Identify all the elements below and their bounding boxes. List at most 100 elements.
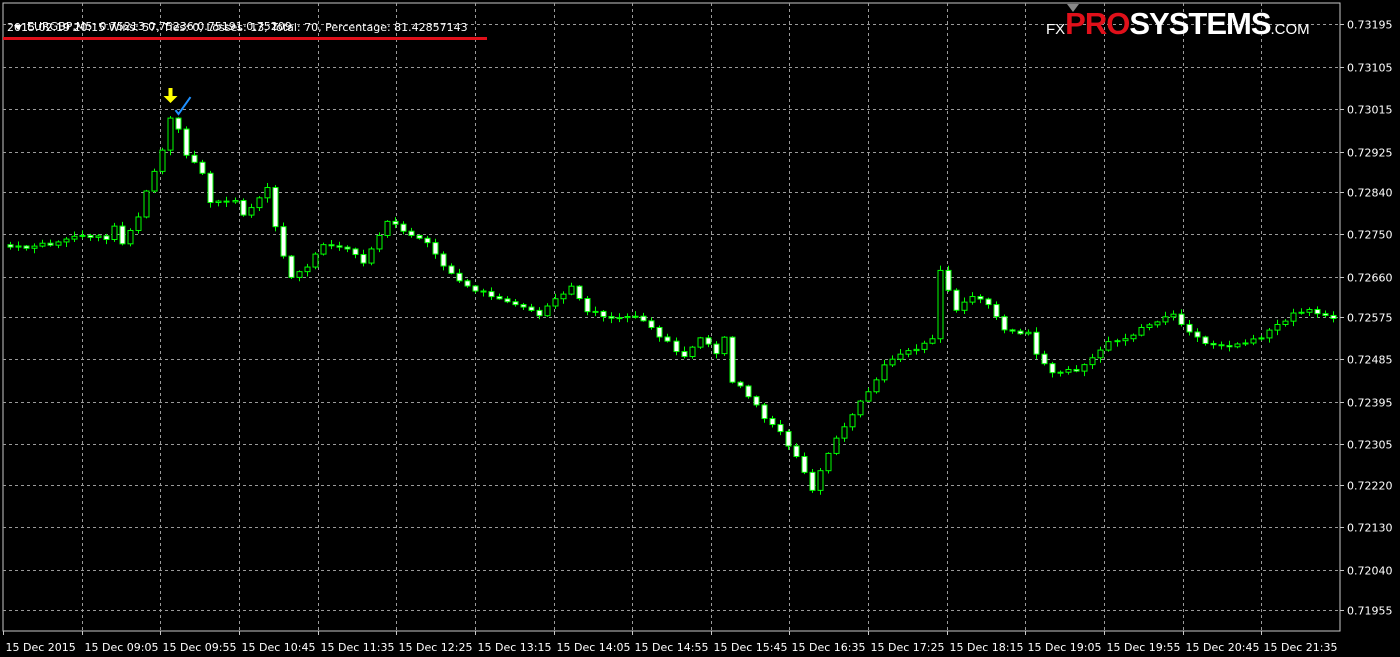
candle xyxy=(175,117,182,133)
candle-body-bear xyxy=(536,309,543,317)
time-tick-label: 15 Dec 14:55 xyxy=(635,641,709,654)
candle-body-bear xyxy=(448,265,455,274)
candle-body-bull xyxy=(95,235,102,238)
chart-canvas[interactable]: 0.73195 0.73105 0.73015 0.72925 0.72840 0.727… xyxy=(0,0,1400,657)
candle xyxy=(793,443,800,459)
candle xyxy=(1081,363,1088,377)
price-chart[interactable]: 0.73195 0.73105 0.73015 0.72925 0.72840 0.727… xyxy=(0,0,1400,657)
candle xyxy=(913,344,920,355)
candle xyxy=(424,235,431,248)
candle-body-bear xyxy=(584,298,591,313)
candle xyxy=(1218,341,1225,350)
time-tick-label: 15 Dec 10:45 xyxy=(242,641,316,654)
candle xyxy=(889,355,896,367)
candle xyxy=(656,325,663,342)
candle xyxy=(825,452,832,474)
candle-body-bear xyxy=(23,245,30,249)
candle-body-bear xyxy=(400,223,407,232)
candle-body-bear xyxy=(945,269,952,291)
candle-body-bear xyxy=(480,290,487,293)
candle xyxy=(151,168,158,193)
candle xyxy=(1314,306,1321,318)
candle-body-bear xyxy=(47,242,54,246)
candle-body-bear xyxy=(656,326,663,338)
candle xyxy=(15,241,22,251)
candle-body-bear xyxy=(737,381,744,387)
candle-body-bear xyxy=(488,291,495,298)
candle xyxy=(1186,319,1193,336)
candle-body-bear xyxy=(673,340,680,353)
candle-body-bull xyxy=(368,248,375,264)
candle xyxy=(520,302,527,310)
candle xyxy=(1138,324,1145,337)
candle xyxy=(689,345,696,359)
candle-body-bull xyxy=(865,391,872,402)
candle xyxy=(312,252,319,270)
candle-body-bull xyxy=(1114,340,1121,343)
candle xyxy=(400,221,407,235)
time-tick-label: 15 Dec 13:15 xyxy=(478,641,552,654)
candle-body-bear xyxy=(576,285,583,300)
candle xyxy=(640,312,647,322)
candle xyxy=(777,420,784,436)
candle-body-bear xyxy=(993,304,1000,318)
candle xyxy=(360,249,367,267)
candle-body-bear xyxy=(729,336,736,383)
candle-body-bear xyxy=(344,246,351,250)
candle-body-bull xyxy=(135,216,142,231)
candle-body-bear xyxy=(977,296,984,300)
candle xyxy=(560,291,567,304)
candle-body-bear xyxy=(1210,342,1217,346)
candle-body-bull xyxy=(55,241,62,246)
time-tick-label: 15 Dec 19:05 xyxy=(1028,641,1102,654)
candle xyxy=(705,334,712,348)
candle-body-bear xyxy=(1017,330,1024,335)
candle-body-bear xyxy=(953,289,960,311)
candle xyxy=(1009,328,1016,334)
candle-body-bull xyxy=(921,342,928,350)
candle xyxy=(1017,328,1024,335)
candle xyxy=(753,395,760,408)
candle xyxy=(1282,319,1289,327)
candle-body-bull xyxy=(1105,341,1112,351)
candle xyxy=(1001,314,1008,334)
candle-body-bear xyxy=(496,296,503,300)
candle-body-bull xyxy=(1089,357,1096,366)
candle xyxy=(953,288,960,313)
candle xyxy=(1154,320,1161,328)
candle xyxy=(681,346,688,359)
candle xyxy=(1122,333,1129,346)
candle-body-bull xyxy=(143,190,150,218)
price-tick-label: 0.73015 xyxy=(1347,104,1393,117)
candle xyxy=(336,241,343,251)
candle xyxy=(1210,340,1217,349)
candle-body-bull xyxy=(1146,324,1153,328)
stats-line: 2015.02.19 20:15 Wins: 57, Ties: 0, Loss… xyxy=(7,21,468,34)
candle xyxy=(167,115,174,156)
candle xyxy=(1250,334,1257,346)
time-tick-label: 15 Dec 18:15 xyxy=(950,641,1024,654)
candle-body-bear xyxy=(1073,368,1080,372)
candle xyxy=(504,296,511,304)
candle xyxy=(456,268,463,284)
candle-body-bull xyxy=(1097,349,1104,359)
candle-body-bull xyxy=(248,207,255,216)
candle xyxy=(47,239,54,247)
candle xyxy=(1049,361,1056,378)
price-tick-label: 0.73105 xyxy=(1347,62,1393,75)
candle-body-bear xyxy=(785,431,792,447)
candle-body-bear xyxy=(1049,363,1056,374)
candle xyxy=(232,197,239,204)
candle xyxy=(1226,340,1233,352)
candle xyxy=(1330,311,1337,323)
candle-body-bull xyxy=(1138,326,1145,336)
candle xyxy=(272,185,279,232)
candle xyxy=(1041,350,1048,366)
candle-body-bull xyxy=(857,400,864,416)
candle-body-bear xyxy=(1001,316,1008,331)
candle-body-bear xyxy=(512,301,519,306)
candle xyxy=(296,270,303,282)
candle xyxy=(969,292,976,305)
candle xyxy=(472,285,479,294)
candle xyxy=(761,402,768,423)
